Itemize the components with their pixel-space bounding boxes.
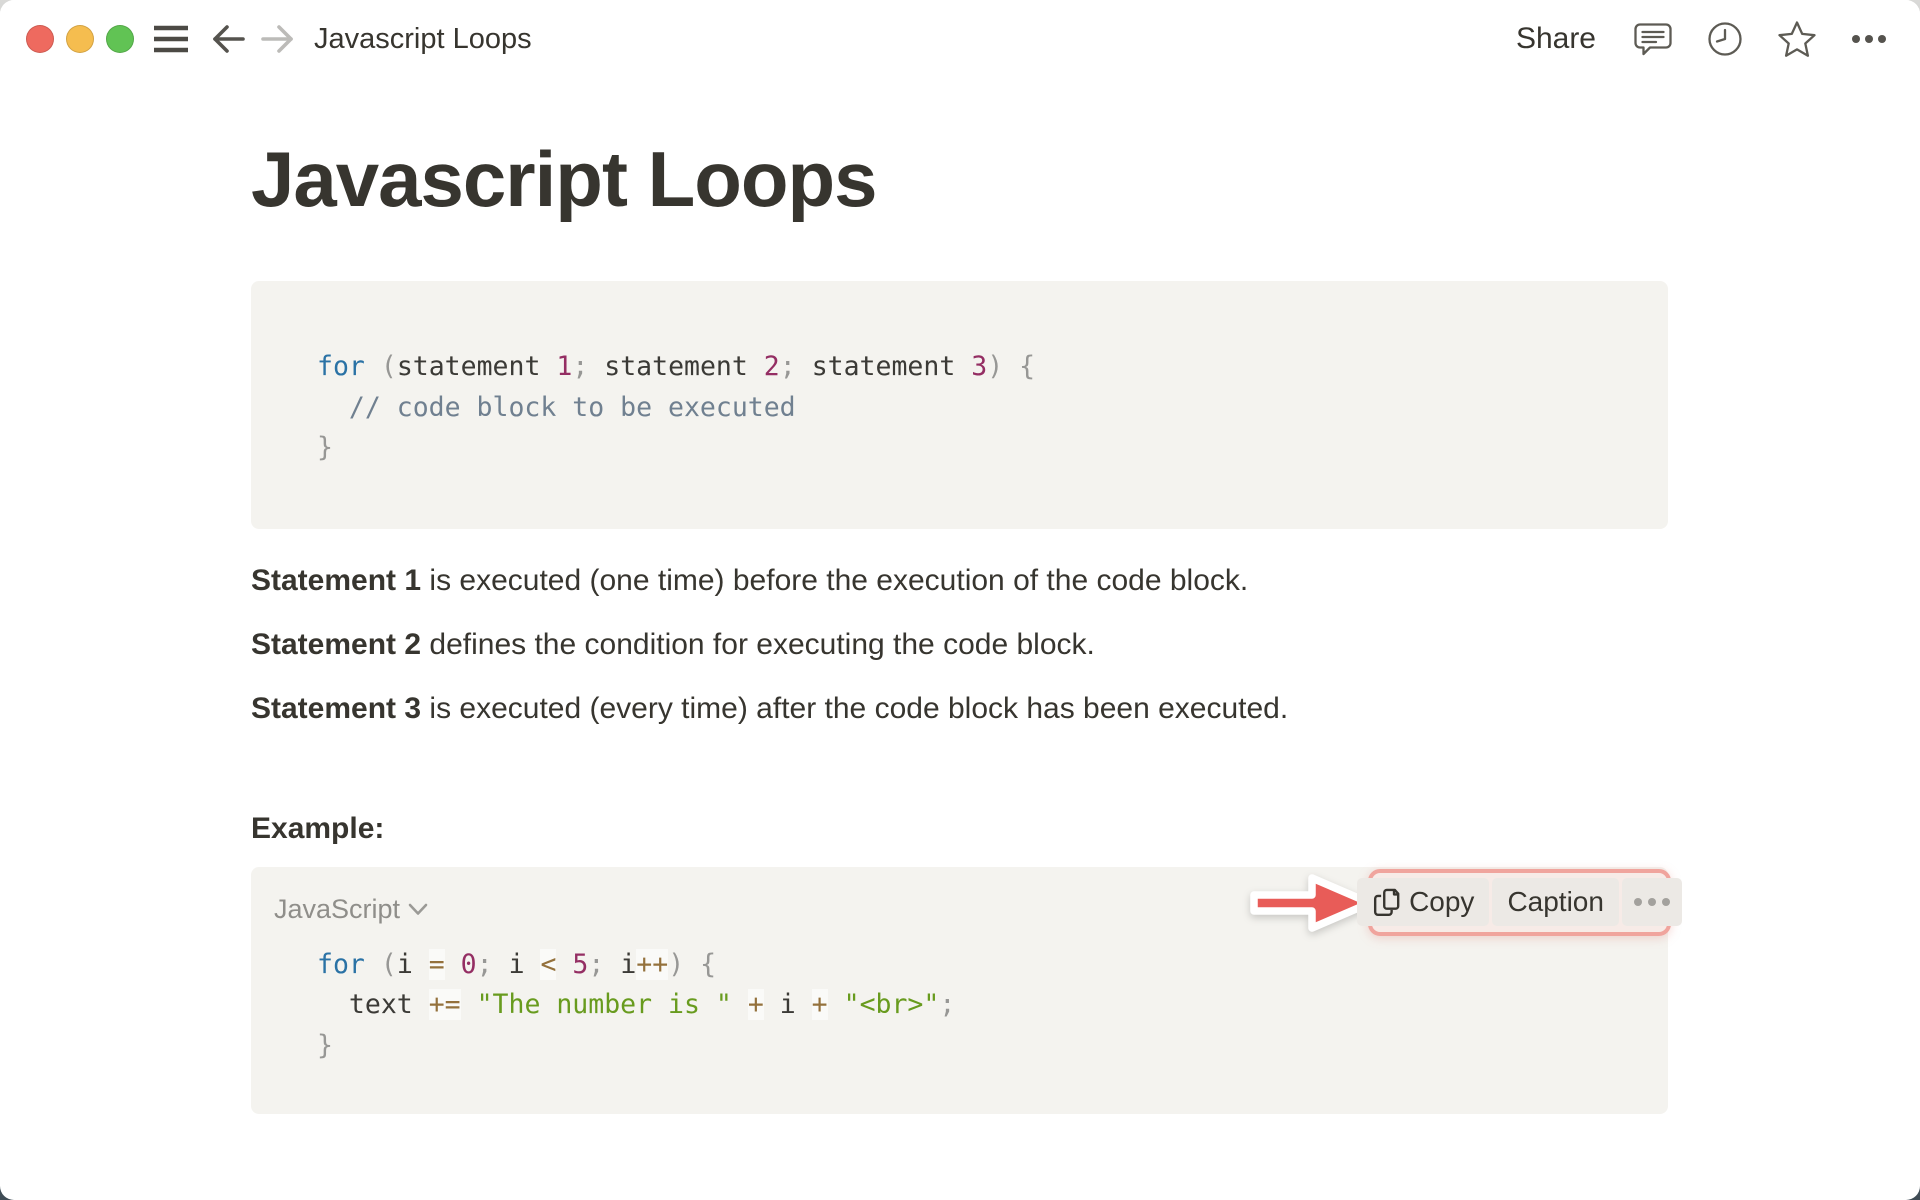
code-editor[interactable]: for (statement 1; statement 2; statement… [251,281,1668,529]
page-title[interactable]: Javascript Loops [251,134,1668,225]
code-block-example: JavaScript for (i = 0; i < 5; i++) { tex… [251,867,1668,1115]
forward-button[interactable] [256,18,298,60]
language-label: JavaScript [274,894,400,925]
topbar-title: Javascript Loops [314,23,532,56]
example-heading[interactable]: Example: [251,809,1668,849]
sidebar-menu-button[interactable] [150,18,192,60]
copy-button[interactable]: Copy [1357,878,1489,926]
close-window-button[interactable] [26,25,54,53]
minimize-window-button[interactable] [66,25,94,53]
app-window: Javascript Loops Share [0,0,1920,1200]
chevron-down-icon [408,903,428,916]
menu-icon [153,24,189,54]
language-selector[interactable]: JavaScript [274,891,428,929]
code-toolbar: Copy Caption [1357,878,1682,926]
code-editor[interactable]: for (i = 0; i < 5; i++) { text += "The n… [251,945,1668,1067]
fullscreen-window-button[interactable] [106,25,134,53]
statement-2-bold: Statement 2 [251,628,421,661]
history-button[interactable] [1704,18,1746,60]
more-icon [1634,898,1670,906]
copy-icon [1372,887,1401,918]
code-more-button[interactable] [1622,878,1682,926]
more-button[interactable] [1848,18,1890,60]
paragraph-statement-1[interactable]: Statement 1 is executed (one time) befor… [251,561,1668,601]
back-icon [212,24,246,54]
history-icon [1706,20,1744,58]
caption-button-label: Caption [1507,886,1604,918]
forward-icon [260,24,294,54]
statement-2-text: defines the condition for executing the … [421,628,1095,661]
paragraph-statement-3[interactable]: Statement 3 is executed (every time) aft… [251,689,1668,729]
statement-1-bold: Statement 1 [251,564,421,597]
favorite-button[interactable] [1776,18,1818,60]
topbar: Javascript Loops Share [0,0,1920,78]
page-content: Javascript Loops for (statement 1; state… [0,134,1920,1114]
comments-icon [1634,21,1672,57]
statement-1-text: is executed (one time) before the execut… [421,564,1248,597]
copy-button-label: Copy [1409,886,1474,918]
topbar-actions: Share [1510,18,1890,60]
share-button[interactable]: Share [1510,18,1602,60]
window-controls [26,25,134,53]
favorite-icon [1777,20,1817,58]
statement-3-text: is executed (every time) after the code … [421,692,1288,725]
caption-button[interactable]: Caption [1492,878,1619,926]
body-paragraphs: Statement 1 is executed (one time) befor… [251,561,1668,729]
more-icon [1851,34,1887,44]
back-button[interactable] [208,18,250,60]
annotation-highlight: Copy Caption [1368,869,1671,936]
code-block-syntax: for (statement 1; statement 2; statement… [251,281,1668,529]
paragraph-statement-2[interactable]: Statement 2 defines the condition for ex… [251,625,1668,665]
statement-3-bold: Statement 3 [251,692,421,725]
comments-button[interactable] [1632,18,1674,60]
